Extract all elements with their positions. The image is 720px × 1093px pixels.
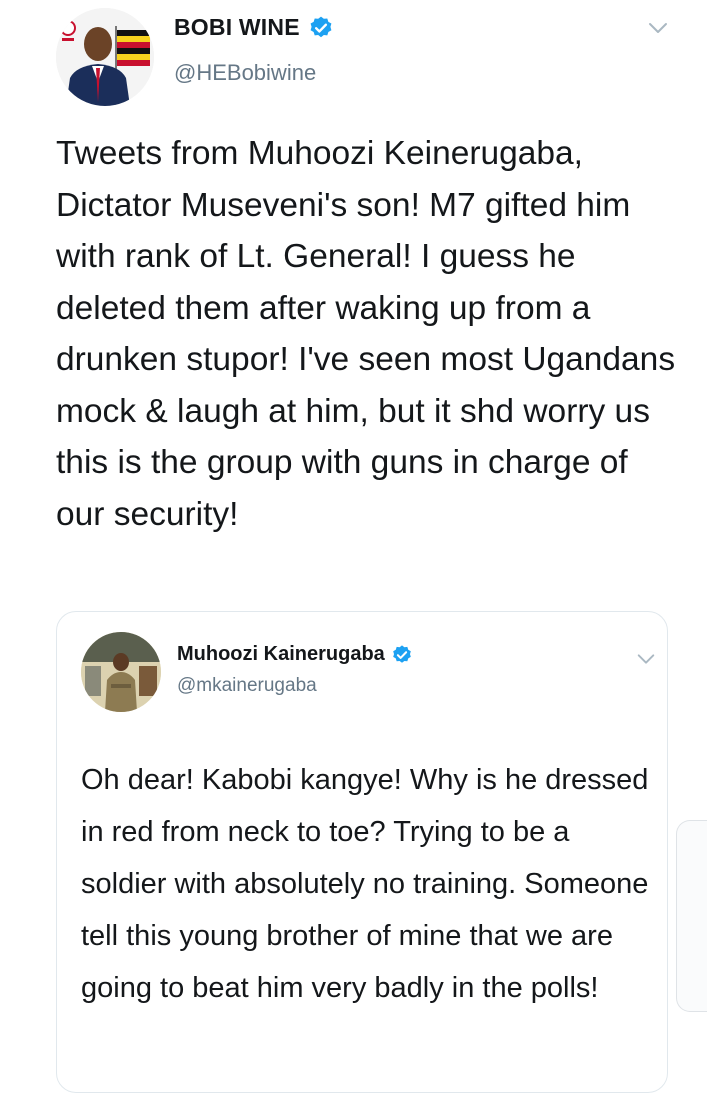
display-name-text: BOBI WINE [174,14,300,40]
quoted-display-name-text: Muhoozi Kainerugaba [177,643,385,665]
tweet-text: Tweets from Muhoozi Keinerugaba, Dictato… [56,135,676,533]
edge-scroll-handle[interactable] [676,820,707,1012]
quoted-tweet-text: Oh dear! Kabobi kangye! Why is he dresse… [81,764,649,1004]
display-name[interactable]: BOBI WINE [174,14,334,41]
quoted-user-handle[interactable]: @mkainerugaba [177,675,317,697]
verified-badge-icon [391,644,413,666]
quoted-display-name[interactable]: Muhoozi Kainerugaba [177,643,413,666]
quoted-avatar-image [81,632,161,712]
chevron-down-icon[interactable] [646,16,670,40]
tweet-header: BOBI WINE @HEBobiwine [0,0,720,110]
user-handle[interactable]: @HEBobiwine [174,60,316,86]
quoted-tweet-card[interactable]: Muhoozi Kainerugaba @mkainerugaba Oh dea… [56,611,668,1093]
profile-avatar[interactable] [56,8,154,106]
chevron-down-icon[interactable] [635,648,657,670]
quoted-profile-avatar[interactable] [81,632,161,712]
verified-badge-icon [308,15,334,41]
avatar-image [56,8,154,106]
